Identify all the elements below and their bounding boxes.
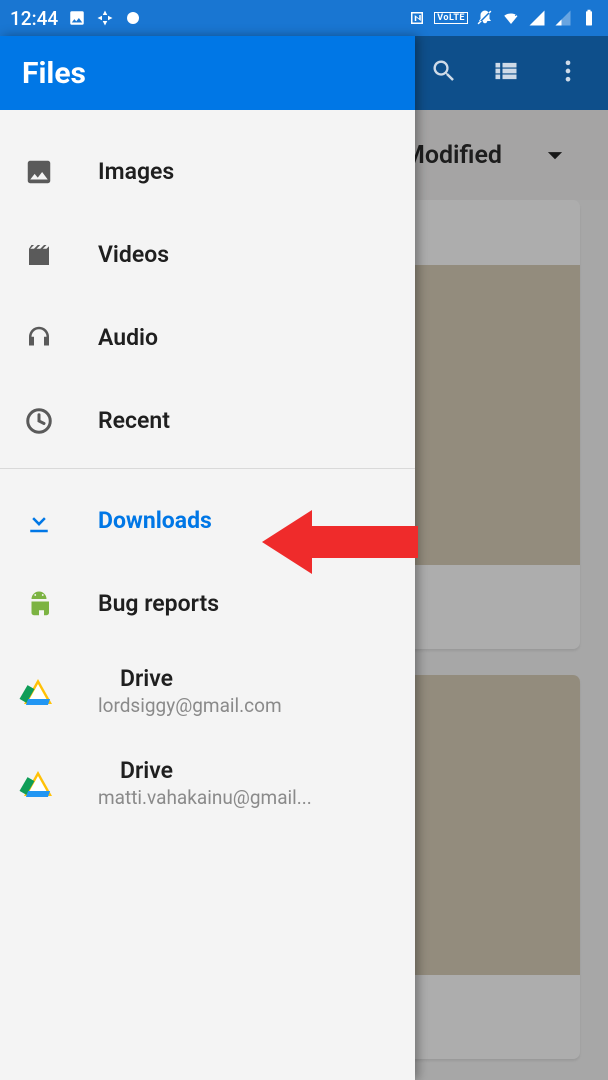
signal-weak-icon <box>554 9 572 27</box>
headphones-icon <box>24 323 76 353</box>
status-time: 12:44 <box>10 7 58 30</box>
battery-icon <box>580 9 598 27</box>
drawer-item-label: Videos <box>98 241 169 268</box>
more-icon[interactable] <box>554 57 582 89</box>
android-icon <box>24 589 76 619</box>
clock-icon <box>24 406 76 436</box>
screen: 12:44 VoLTE x Modified _gdt_downl... <box>0 0 608 1080</box>
wifi-icon: x <box>502 9 520 27</box>
circle-icon <box>124 9 142 27</box>
nfc-icon <box>408 9 426 27</box>
mute-icon <box>476 9 494 27</box>
drawer-item-videos[interactable]: Videos <box>0 213 415 296</box>
drawer-item-recent[interactable]: Recent <box>0 379 415 462</box>
view-list-icon[interactable] <box>492 57 520 89</box>
scrim[interactable] <box>415 110 608 1080</box>
signal-icon <box>528 9 546 27</box>
drawer-item-subtitle: matti.vahakainu@gmail... <box>98 786 312 809</box>
search-icon[interactable] <box>430 57 458 89</box>
drawer-item-label: Audio <box>98 324 158 351</box>
drawer-item-label: Drive <box>120 665 282 692</box>
drive-icon <box>24 679 76 704</box>
svg-text:x: x <box>515 11 519 18</box>
drawer-item-audio[interactable]: Audio <box>0 296 415 379</box>
drawer-item-images[interactable]: Images <box>0 130 415 213</box>
drawer-list: Images Videos Audio Recent Downloads <box>0 110 415 829</box>
photos-icon <box>96 9 114 27</box>
drawer-item-label: Images <box>98 158 174 185</box>
drawer-item-drive-2[interactable]: Drive matti.vahakainu@gmail... <box>0 737 415 829</box>
drive-icon <box>24 771 76 796</box>
divider <box>0 468 415 469</box>
drawer-item-label: Recent <box>98 407 170 434</box>
status-bar: 12:44 VoLTE x <box>0 0 608 36</box>
drawer-title: Files <box>0 36 415 110</box>
volte-icon: VoLTE <box>434 12 468 24</box>
annotation-arrow <box>262 504 418 580</box>
drawer-item-label: Downloads <box>98 507 212 534</box>
video-icon <box>24 240 76 270</box>
drawer-item-label: Bug reports <box>98 590 219 617</box>
image-icon <box>68 9 86 27</box>
image-icon <box>24 157 76 187</box>
drawer-item-subtitle: lordsiggy@gmail.com <box>98 694 282 717</box>
drawer-item-drive-1[interactable]: Drive lordsiggy@gmail.com <box>0 645 415 737</box>
download-icon <box>24 506 76 536</box>
drawer-item-label: Drive <box>120 757 312 784</box>
